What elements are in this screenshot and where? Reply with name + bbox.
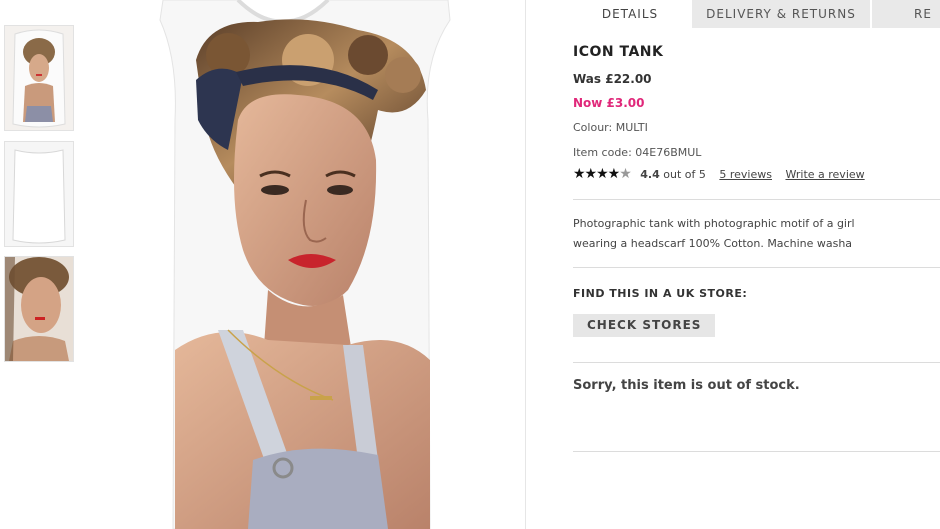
column-divider [525,0,526,529]
find-store-heading: FIND THIS IN A UK STORE: [573,287,748,300]
rating-stars: ★★★★★ [573,166,632,182]
product-description: Photographic tank with photographic moti… [573,214,940,254]
was-price: Was £22.00 [573,72,652,86]
thumbnail-front[interactable] [4,25,74,131]
thumbnail-front-image [5,26,73,130]
divider [573,451,940,452]
rating-out-of: out of 5 [663,168,706,181]
thumbnail-closeup[interactable] [4,256,74,362]
star-full-icon: ★★★★ [573,166,620,182]
rating-score: 4.4 [640,168,660,181]
main-product-image [78,0,523,529]
item-code: Item code: 04E76BMUL [573,146,702,159]
reviews-link[interactable]: 5 reviews [719,168,772,181]
product-title: ICON TANK [573,44,664,60]
star-half-icon: ★ [619,166,632,182]
tab-details[interactable]: DETAILS [570,0,690,28]
product-details-panel: DETAILS DELIVERY & RETURNS RE ICON TANK … [540,0,940,529]
divider [573,362,940,363]
tab-delivery-returns[interactable]: DELIVERY & RETURNS [692,0,870,28]
write-review-link[interactable]: Write a review [785,168,864,181]
product-colour: Colour: MULTI [573,121,648,134]
thumbnail-back-image [5,142,73,246]
rating-row: ★★★★★ 4.4 out of 5 5 reviews Write a rev… [573,166,865,184]
out-of-stock-message: Sorry, this item is out of stock. [573,378,800,393]
thumbnail-closeup-image [5,257,73,361]
thumbnail-back[interactable] [4,141,74,247]
divider [573,199,940,200]
description-line: wearing a headscarf 100% Cotton. Machine… [573,237,853,250]
description-line: Photographic tank with photographic moti… [573,217,855,230]
tab-reviews[interactable]: RE [872,0,940,28]
now-price: Now £3.00 [573,96,645,110]
details-tabs: DETAILS DELIVERY & RETURNS RE [570,0,940,28]
tank-top-graphic [159,0,451,529]
divider [573,267,940,268]
check-stores-button[interactable]: CHECK STORES [573,314,716,337]
